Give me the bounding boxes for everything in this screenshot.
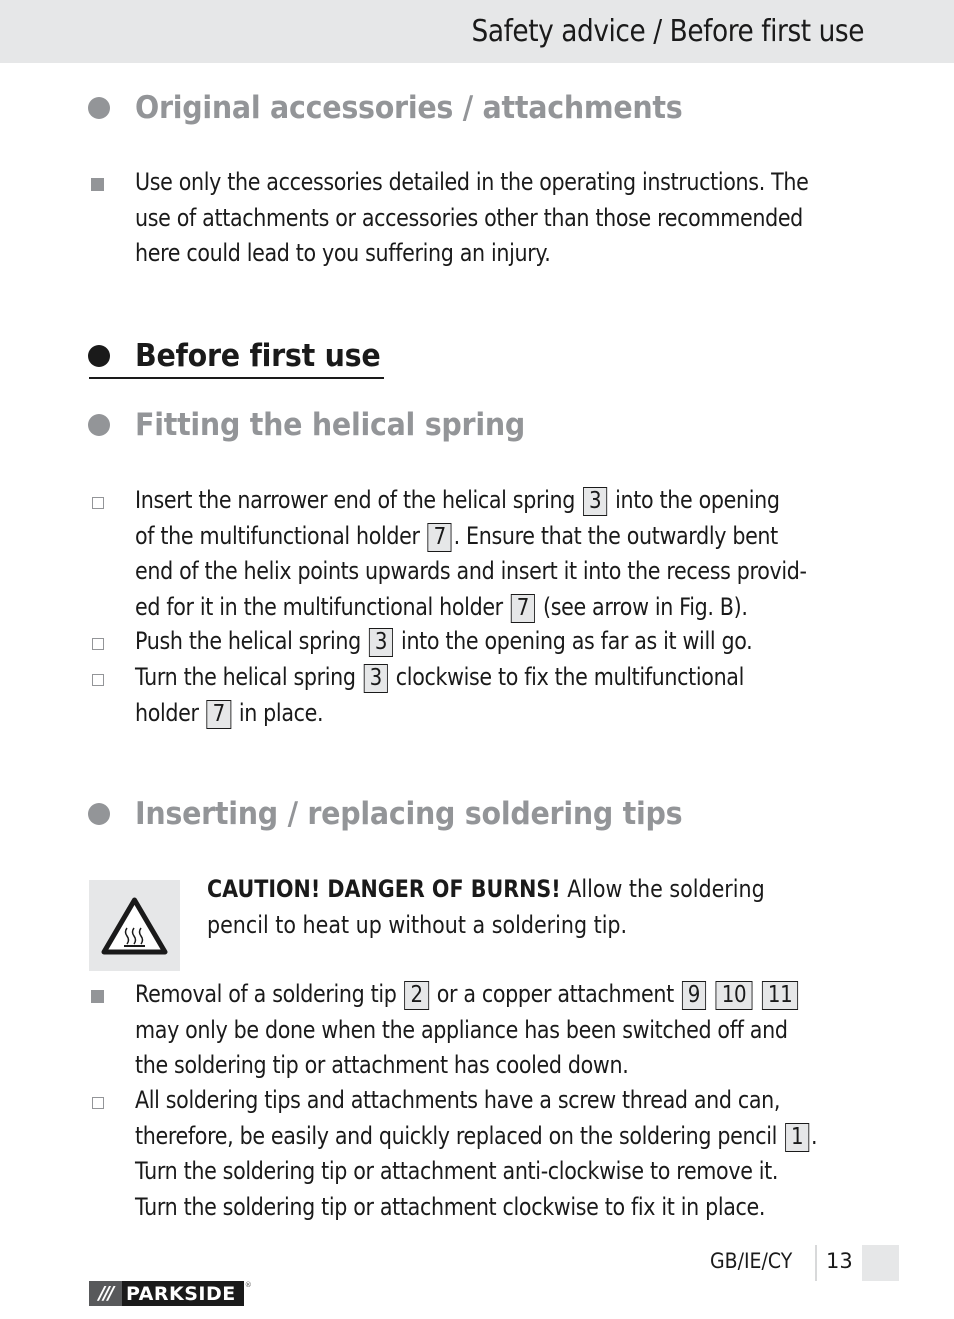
part-reference: 7 xyxy=(206,699,231,729)
part-reference: 9 xyxy=(681,981,707,1010)
spring-step-3: Turn the helical spring 3 clockwise to f… xyxy=(135,663,745,729)
footer-tab-marker xyxy=(862,1245,899,1281)
square-bullet-icon xyxy=(91,990,104,1003)
heading-bullet-icon xyxy=(88,97,110,119)
part-reference: 7 xyxy=(427,522,452,552)
square-bullet-icon xyxy=(91,178,104,191)
part-reference: 1 xyxy=(784,1122,810,1152)
open-square-bullet-icon xyxy=(92,497,104,509)
registered-mark: ® xyxy=(244,1281,252,1289)
open-square-bullet-icon xyxy=(92,1097,104,1109)
footer-region-codes: GB/IE/CY xyxy=(710,1249,793,1273)
part-reference: 11 xyxy=(761,981,799,1010)
open-square-bullet-icon xyxy=(92,674,104,686)
heading-bullet-icon xyxy=(88,414,110,436)
logo-slashes: /// xyxy=(89,1281,122,1306)
part-reference: 2 xyxy=(404,981,429,1010)
spring-step-2: Push the helical spring 3 into the openi… xyxy=(135,627,753,657)
caution-label: CAUTION! DANGER OF BURNS! xyxy=(207,875,561,903)
logo-brand: PARKSIDE xyxy=(122,1281,244,1306)
heading-bullet-icon xyxy=(88,803,110,825)
heading-original-accessories: Original accessories / attachments xyxy=(88,90,730,126)
parkside-logo: /// PARKSIDE ® xyxy=(89,1281,252,1306)
page-header-title: Safety advice / Before first use xyxy=(471,14,864,49)
heading-fitting-spring: Fitting the helical spring xyxy=(88,407,559,443)
heading-soldering-tips: Inserting / replacing soldering tips xyxy=(88,796,730,832)
part-reference: 3 xyxy=(582,487,608,516)
hot-surface-warning-icon xyxy=(101,897,168,955)
burn-warning: CAUTION! DANGER OF BURNS! Allow the sold… xyxy=(207,875,765,939)
heading-bullet-icon xyxy=(88,345,110,367)
tips-step-2: All soldering tips and attachments have … xyxy=(135,1086,818,1221)
tips-step-1: Removal of a soldering tip 2 or a copper… xyxy=(135,977,865,1084)
part-reference: 3 xyxy=(368,628,394,657)
page-number: 13 xyxy=(826,1249,853,1273)
open-square-bullet-icon xyxy=(92,638,104,650)
part-reference: 3 xyxy=(363,664,388,693)
heading-before-first-use: Before first use xyxy=(88,338,402,374)
part-reference: 7 xyxy=(510,593,536,623)
part-reference: 10 xyxy=(715,981,753,1010)
footer-divider xyxy=(815,1245,817,1281)
warning-icon-box xyxy=(89,880,180,971)
accessories-paragraph: Use only the accessories detailed in the… xyxy=(135,168,809,267)
spring-step-1: Insert the narrower end of the helical s… xyxy=(135,486,807,623)
heading-underline xyxy=(89,377,384,379)
